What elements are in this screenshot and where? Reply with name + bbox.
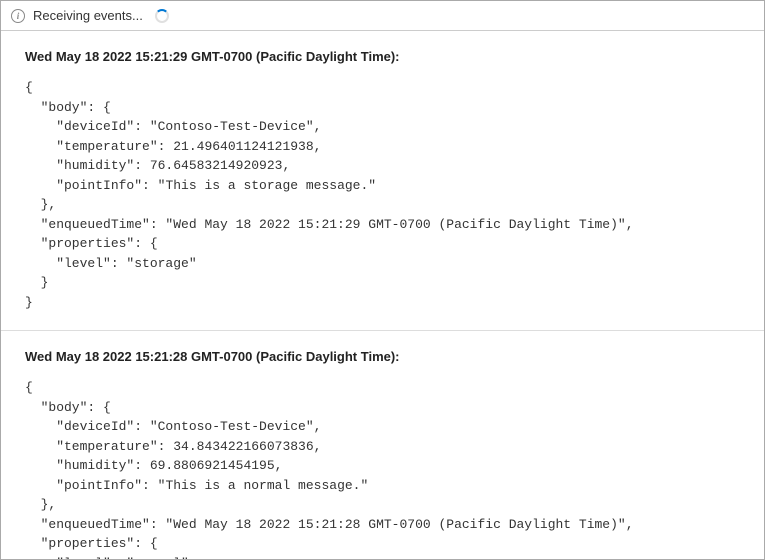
event-json-body: { "body": { "deviceId": "Contoso-Test-De… xyxy=(25,378,740,559)
event-item: Wed May 18 2022 15:21:28 GMT-0700 (Pacif… xyxy=(1,331,764,559)
event-level: storage xyxy=(134,256,189,271)
spinner-icon xyxy=(155,9,169,23)
status-text: Receiving events... xyxy=(33,8,143,23)
event-enqueuedtime: Wed May 18 2022 15:21:29 GMT-0700 (Pacif… xyxy=(173,217,618,232)
event-enqueuedtime: Wed May 18 2022 15:21:28 GMT-0700 (Pacif… xyxy=(173,517,618,532)
event-humidity: 69.8806921454195 xyxy=(150,458,275,473)
event-level: normal xyxy=(134,556,181,560)
info-icon: i xyxy=(11,9,25,23)
event-deviceid: Contoso-Test-Device xyxy=(158,119,306,134)
event-timestamp-title: Wed May 18 2022 15:21:29 GMT-0700 (Pacif… xyxy=(25,49,740,64)
event-temperature: 21.496401124121938 xyxy=(173,139,313,154)
event-deviceid: Contoso-Test-Device xyxy=(158,419,306,434)
event-pointinfo: This is a normal message. xyxy=(165,478,360,493)
event-pointinfo: This is a storage message. xyxy=(165,178,368,193)
status-header: i Receiving events... xyxy=(1,1,764,31)
event-scroll-area[interactable]: Wed May 18 2022 15:21:29 GMT-0700 (Pacif… xyxy=(1,31,764,559)
event-json-body: { "body": { "deviceId": "Contoso-Test-De… xyxy=(25,78,740,312)
event-item: Wed May 18 2022 15:21:29 GMT-0700 (Pacif… xyxy=(1,31,764,331)
event-humidity: 76.64583214920923 xyxy=(150,158,283,173)
event-temperature: 34.843422166073836 xyxy=(173,439,313,454)
event-timestamp-title: Wed May 18 2022 15:21:28 GMT-0700 (Pacif… xyxy=(25,349,740,364)
